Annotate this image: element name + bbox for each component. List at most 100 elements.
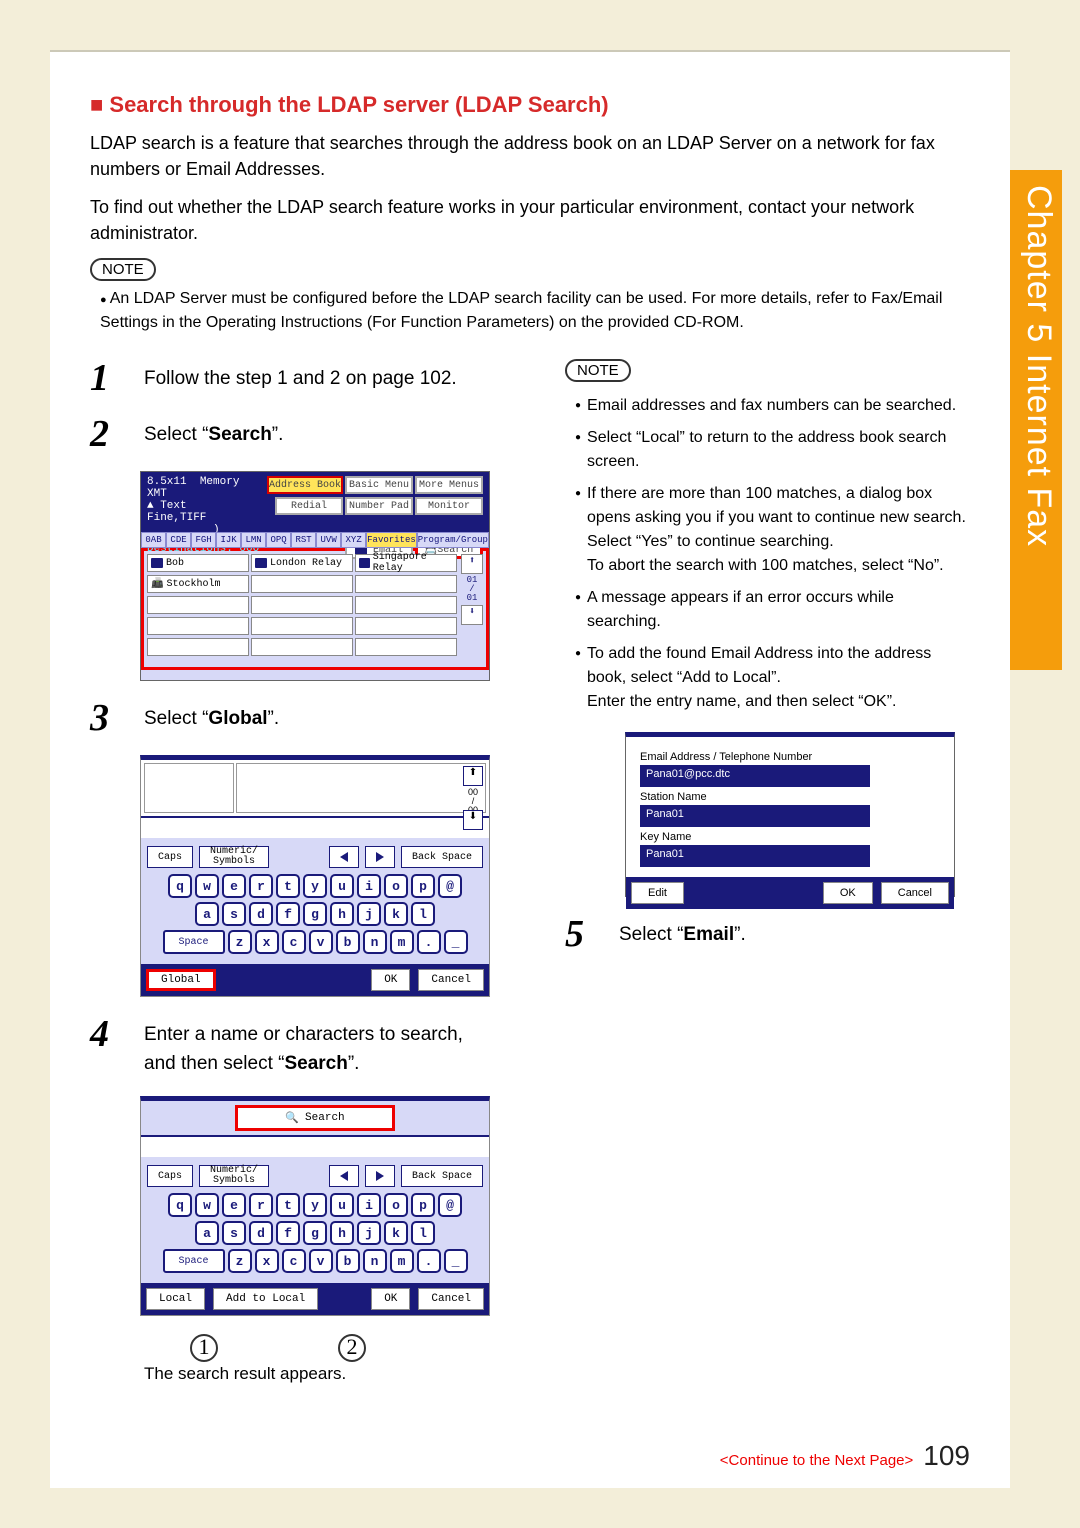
- alpha-tabs[interactable]: 0ABCDEFGH IJKLMNOPQ RSTUVWXYZ FavoritesP…: [141, 532, 489, 548]
- cursor-left-button[interactable]: [329, 846, 359, 868]
- scroll-up-button[interactable]: ⬆: [461, 554, 483, 574]
- caps-button[interactable]: Caps: [147, 1165, 193, 1187]
- key-j[interactable]: j: [357, 1221, 381, 1245]
- key-k[interactable]: k: [384, 1221, 408, 1245]
- key-s[interactable]: s: [222, 1221, 246, 1245]
- key-b[interactable]: b: [336, 1249, 360, 1273]
- caps-button[interactable]: Caps: [147, 846, 193, 868]
- key-f[interactable]: f: [276, 902, 300, 926]
- cursor-left-button[interactable]: [329, 1165, 359, 1187]
- cursor-right-button[interactable]: [365, 846, 395, 868]
- key-i[interactable]: i: [357, 874, 381, 898]
- numberpad-button[interactable]: Number Pad: [345, 497, 413, 515]
- local-button[interactable]: Local: [146, 1288, 205, 1310]
- scroll-up-button[interactable]: ⬆: [463, 766, 483, 786]
- key-z[interactable]: z: [228, 1249, 252, 1273]
- key-p[interactable]: p: [411, 1193, 435, 1217]
- key-w[interactable]: w: [195, 1193, 219, 1217]
- key-underscore[interactable]: _: [444, 1249, 468, 1273]
- key-x[interactable]: x: [255, 1249, 279, 1273]
- key-n[interactable]: n: [363, 1249, 387, 1273]
- key-a[interactable]: a: [195, 902, 219, 926]
- key-s[interactable]: s: [222, 902, 246, 926]
- key-y[interactable]: y: [303, 1193, 327, 1217]
- key-j[interactable]: j: [357, 902, 381, 926]
- key-r[interactable]: r: [249, 1193, 273, 1217]
- backspace-button[interactable]: Back Space: [401, 1165, 483, 1187]
- key-t[interactable]: t: [276, 874, 300, 898]
- key-w[interactable]: w: [195, 874, 219, 898]
- key-d[interactable]: d: [249, 1221, 273, 1245]
- key-name-field[interactable]: Pana01: [640, 845, 870, 867]
- key-g[interactable]: g: [303, 902, 327, 926]
- email-field[interactable]: Pana01@pcc.dtc: [640, 765, 870, 787]
- numeric-symbols-button[interactable]: Numeric/ Symbols: [199, 1165, 269, 1187]
- space-button[interactable]: Space: [163, 930, 225, 954]
- backspace-button[interactable]: Back Space: [401, 846, 483, 868]
- key-l[interactable]: l: [411, 902, 435, 926]
- key-e[interactable]: e: [222, 1193, 246, 1217]
- cancel-button[interactable]: Cancel: [418, 969, 484, 991]
- key-u[interactable]: u: [330, 874, 354, 898]
- list-item[interactable]: Bob: [147, 554, 249, 572]
- key-underscore[interactable]: _: [444, 930, 468, 954]
- key-m[interactable]: m: [390, 1249, 414, 1273]
- key-x[interactable]: x: [255, 930, 279, 954]
- key-@[interactable]: @: [438, 1193, 462, 1217]
- key-q[interactable]: q: [168, 874, 192, 898]
- key-.[interactable]: .: [417, 930, 441, 954]
- key-e[interactable]: e: [222, 874, 246, 898]
- addressbook-button[interactable]: Address Book: [267, 476, 343, 494]
- key-p[interactable]: p: [411, 874, 435, 898]
- station-name-field[interactable]: Pana01: [640, 805, 870, 827]
- search-input[interactable]: [141, 816, 489, 838]
- key-r[interactable]: r: [249, 874, 273, 898]
- key-t[interactable]: t: [276, 1193, 300, 1217]
- scroll-down-button[interactable]: ⬇: [461, 605, 483, 625]
- key-.[interactable]: .: [417, 1249, 441, 1273]
- add-to-local-button[interactable]: Add to Local: [213, 1288, 318, 1310]
- key-o[interactable]: o: [384, 1193, 408, 1217]
- key-@[interactable]: @: [438, 874, 462, 898]
- list-item[interactable]: Singapore Relay: [355, 554, 457, 572]
- key-n[interactable]: n: [363, 930, 387, 954]
- key-g[interactable]: g: [303, 1221, 327, 1245]
- key-c[interactable]: c: [282, 930, 306, 954]
- space-button[interactable]: Space: [163, 1249, 225, 1273]
- ok-button[interactable]: OK: [371, 1288, 410, 1310]
- key-u[interactable]: u: [330, 1193, 354, 1217]
- cancel-button[interactable]: Cancel: [418, 1288, 484, 1310]
- cancel-button[interactable]: Cancel: [881, 882, 949, 904]
- search-input[interactable]: [141, 1135, 489, 1157]
- monitor-button[interactable]: Monitor: [415, 497, 483, 515]
- global-button[interactable]: Global: [146, 969, 216, 991]
- key-v[interactable]: v: [309, 930, 333, 954]
- more-menus-button[interactable]: More Menus: [415, 476, 483, 494]
- list-item[interactable]: London Relay: [251, 554, 353, 572]
- key-h[interactable]: h: [330, 1221, 354, 1245]
- key-b[interactable]: b: [336, 930, 360, 954]
- key-z[interactable]: z: [228, 930, 252, 954]
- scroll-down-button[interactable]: ⬇: [463, 810, 483, 830]
- key-a[interactable]: a: [195, 1221, 219, 1245]
- numeric-symbols-button[interactable]: Numeric/ Symbols: [199, 846, 269, 868]
- key-d[interactable]: d: [249, 902, 273, 926]
- key-m[interactable]: m: [390, 930, 414, 954]
- cursor-right-button[interactable]: [365, 1165, 395, 1187]
- key-q[interactable]: q: [168, 1193, 192, 1217]
- key-f[interactable]: f: [276, 1221, 300, 1245]
- key-c[interactable]: c: [282, 1249, 306, 1273]
- key-v[interactable]: v: [309, 1249, 333, 1273]
- key-k[interactable]: k: [384, 902, 408, 926]
- ok-button[interactable]: OK: [823, 882, 873, 904]
- key-y[interactable]: y: [303, 874, 327, 898]
- list-item[interactable]: 📠 Stockholm: [147, 575, 249, 593]
- key-h[interactable]: h: [330, 902, 354, 926]
- key-i[interactable]: i: [357, 1193, 381, 1217]
- redial-button[interactable]: Redial: [275, 497, 343, 515]
- basic-menu-button[interactable]: Basic Menu: [345, 476, 413, 494]
- ok-button[interactable]: OK: [371, 969, 410, 991]
- search-button[interactable]: 🔍 Search: [235, 1105, 395, 1131]
- edit-button[interactable]: Edit: [631, 882, 684, 904]
- key-l[interactable]: l: [411, 1221, 435, 1245]
